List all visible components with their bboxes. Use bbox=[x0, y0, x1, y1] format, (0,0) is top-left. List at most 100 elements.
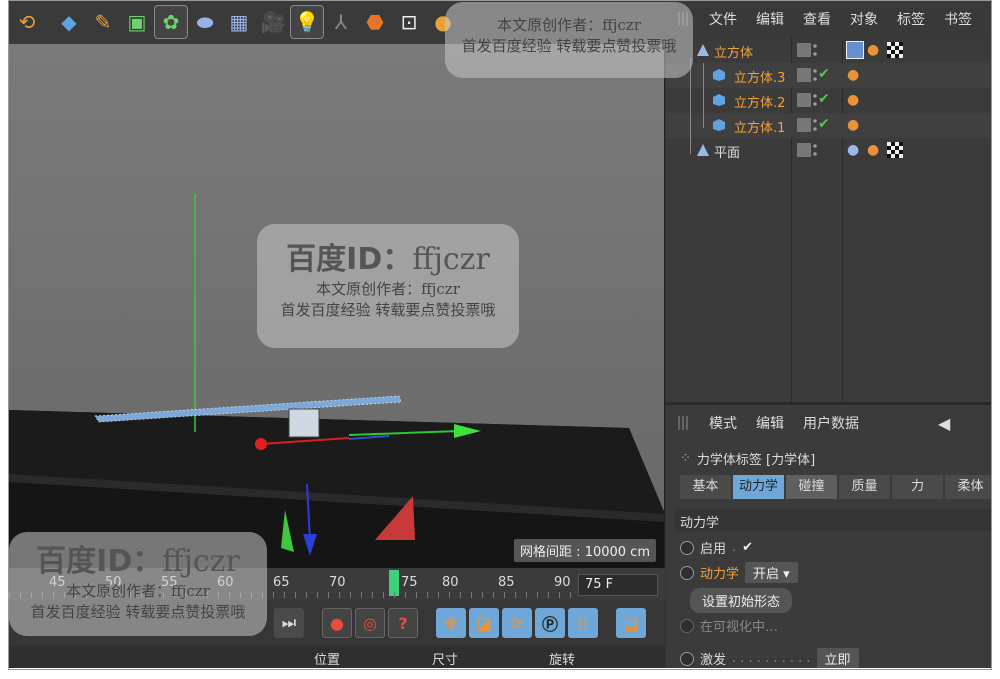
render-dots-icon[interactable] bbox=[813, 117, 817, 133]
checker-tag-icon[interactable] bbox=[887, 142, 903, 158]
material-tag-icon[interactable]: ● bbox=[867, 142, 883, 158]
light-icon[interactable]: 💡 bbox=[290, 5, 324, 39]
trigger-label: 激发 bbox=[700, 653, 727, 668]
attribute-title-text: 力学体标签 [力学体] bbox=[696, 453, 816, 468]
record-icon[interactable]: ● bbox=[322, 608, 352, 638]
menu-view[interactable]: 查看 bbox=[803, 9, 831, 29]
grid-icon[interactable]: ⁞⁞ bbox=[568, 608, 598, 638]
move-icon[interactable]: ✥ bbox=[436, 608, 466, 638]
keyframe-help-icon[interactable]: ? bbox=[388, 608, 418, 638]
watermark-id: ffjczr bbox=[162, 544, 240, 579]
watermark-line1: 本文原创作者：ffjczr bbox=[497, 16, 641, 34]
timeline-tick: 90 bbox=[554, 575, 571, 590]
back-arrow-icon[interactable]: ◀ bbox=[938, 414, 950, 433]
material-tag-icon[interactable]: ● bbox=[867, 42, 883, 58]
animate-radio[interactable] bbox=[680, 651, 694, 666]
cube-icon bbox=[713, 69, 725, 81]
attribute-tabs: 基本 动力学 碰撞 质量 力 柔体 bbox=[680, 475, 991, 499]
tab-force[interactable]: 力 bbox=[892, 475, 943, 499]
enabled-check-icon[interactable]: ✔ bbox=[818, 91, 830, 107]
tab-mass[interactable]: 质量 bbox=[839, 475, 890, 499]
current-frame-field[interactable]: 75 F bbox=[578, 574, 658, 596]
visibility-icon[interactable] bbox=[797, 43, 811, 57]
subdivide-icon[interactable]: ▣ bbox=[121, 6, 153, 38]
object-row-cube-3[interactable]: 立方体.3 ✔ ● bbox=[666, 63, 991, 88]
object-row-cube-1[interactable]: 立方体.1 ✔ ● bbox=[666, 113, 991, 138]
material-tag-icon[interactable]: ● bbox=[847, 92, 863, 108]
axis-icon[interactable]: ⅄ bbox=[325, 6, 357, 38]
floor-icon[interactable]: ▦ bbox=[223, 6, 255, 38]
menu-bookmark[interactable]: 书签 bbox=[944, 9, 972, 29]
enabled-checkbox[interactable]: ✔ bbox=[742, 540, 753, 555]
material-tag-icon[interactable]: ● bbox=[847, 117, 863, 133]
rotate-icon[interactable]: ⟳ bbox=[502, 608, 532, 638]
menu-mode[interactable]: 模式 bbox=[709, 413, 737, 433]
collider-tag-icon[interactable]: ● bbox=[847, 142, 863, 158]
visibility-icon[interactable] bbox=[797, 143, 811, 157]
visibility-icon[interactable] bbox=[797, 93, 811, 107]
render-dots-icon[interactable] bbox=[813, 142, 817, 158]
menu-edit[interactable]: 编辑 bbox=[756, 9, 784, 29]
set-initial-state-button[interactable]: 设置初始形态 bbox=[690, 588, 793, 613]
render-dots-icon[interactable] bbox=[813, 42, 817, 58]
film-icon[interactable]: ▤ bbox=[616, 608, 646, 638]
watermark-center: 百度ID：ffjczr 本文原创作者：ffjczr 首发百度经验 转载要点赞投票… bbox=[257, 224, 519, 348]
enabled-label: 启用 bbox=[700, 542, 727, 557]
render-icon[interactable]: ⊡ bbox=[393, 6, 425, 38]
dynamics-dropdown[interactable]: 开启 ▾ bbox=[745, 562, 798, 583]
menu-file[interactable]: 文件 bbox=[709, 9, 737, 29]
tab-collision[interactable]: 碰撞 bbox=[786, 475, 837, 499]
timeline-tick: 80 bbox=[442, 575, 459, 590]
object-row-cube-2[interactable]: 立方体.2 ✔ ● bbox=[666, 88, 991, 113]
menu-tag[interactable]: 标签 bbox=[897, 9, 925, 29]
menu-edit[interactable]: 编辑 bbox=[756, 413, 784, 433]
scale-icon[interactable]: ◪ bbox=[469, 608, 499, 638]
enabled-check-icon[interactable]: ✔ bbox=[818, 66, 830, 82]
trigger-dropdown[interactable]: 立即 bbox=[816, 648, 859, 668]
watermark-line1: 本文原创作者：ffjczr bbox=[66, 582, 210, 600]
watermark-top: 本文原创作者：ffjczr 首发百度经验 转载要点赞投票哦 bbox=[445, 2, 693, 78]
cube-icon[interactable]: ◆ bbox=[53, 6, 85, 38]
animate-radio[interactable] bbox=[680, 540, 694, 555]
visibility-icon[interactable] bbox=[797, 68, 811, 82]
dynamics-tag-icon[interactable] bbox=[846, 41, 864, 59]
tree-line bbox=[690, 58, 691, 154]
visibility-icon[interactable] bbox=[797, 118, 811, 132]
dynamics-label: 动力学 bbox=[700, 567, 740, 582]
render-dots-icon[interactable] bbox=[813, 67, 817, 83]
attribute-manager-menu: 模式 编辑 用户数据 ◀ bbox=[666, 405, 991, 441]
render-dots-icon[interactable] bbox=[813, 92, 817, 108]
animate-radio[interactable] bbox=[680, 565, 694, 580]
autokey-icon[interactable]: ◎ bbox=[355, 608, 385, 638]
menu-object[interactable]: 对象 bbox=[850, 9, 878, 29]
object-name: 立方体.1 bbox=[734, 121, 786, 136]
tab-basic[interactable]: 基本 bbox=[680, 475, 731, 499]
coord-rotation-label: 旋转 bbox=[549, 653, 576, 668]
object-name: 立方体 bbox=[714, 46, 754, 61]
object-row-cube[interactable]: 立方体 ● bbox=[666, 38, 991, 63]
tag-icon[interactable]: ⬣ bbox=[359, 6, 391, 38]
initial-state-row: 设置初始形态 bbox=[690, 588, 793, 613]
enabled-check-icon[interactable]: ✔ bbox=[818, 116, 830, 132]
watermark-id: ffjczr bbox=[412, 242, 490, 277]
attribute-manager: 模式 编辑 用户数据 ◀ ⁘ 力学体标签 [力学体] 基本 动力学 碰撞 质量 … bbox=[666, 402, 991, 668]
point-icon[interactable]: Ⓟ bbox=[535, 608, 565, 638]
animate-radio[interactable] bbox=[680, 618, 694, 633]
menu-user-data[interactable]: 用户数据 bbox=[803, 413, 859, 433]
watermark-line2: 首发百度经验 转载要点赞投票哦 bbox=[461, 37, 677, 55]
tab-dynamics[interactable]: 动力学 bbox=[733, 475, 784, 499]
array-icon[interactable]: ✿ bbox=[154, 5, 188, 39]
object-row-plane[interactable]: 平面 ● ● bbox=[666, 138, 991, 163]
tab-soft-body[interactable]: 柔体 bbox=[945, 475, 991, 499]
deformer-icon[interactable]: ⬬ bbox=[189, 6, 221, 38]
material-tag-icon[interactable]: ● bbox=[847, 67, 863, 83]
undo-icon[interactable]: ⟲ bbox=[11, 6, 43, 38]
checker-tag-icon[interactable] bbox=[887, 42, 903, 58]
pen-icon[interactable]: ✎ bbox=[87, 6, 119, 38]
watermark-line1: 本文原创作者：ffjczr bbox=[316, 280, 460, 298]
timeline-tick: 85 bbox=[498, 575, 515, 590]
panel-grip-icon[interactable] bbox=[678, 416, 690, 430]
goto-end-icon[interactable]: ⏭ bbox=[274, 608, 304, 638]
camera-icon[interactable]: 🎥 bbox=[257, 6, 289, 38]
visualize-row: 在可视化中… bbox=[680, 616, 778, 635]
